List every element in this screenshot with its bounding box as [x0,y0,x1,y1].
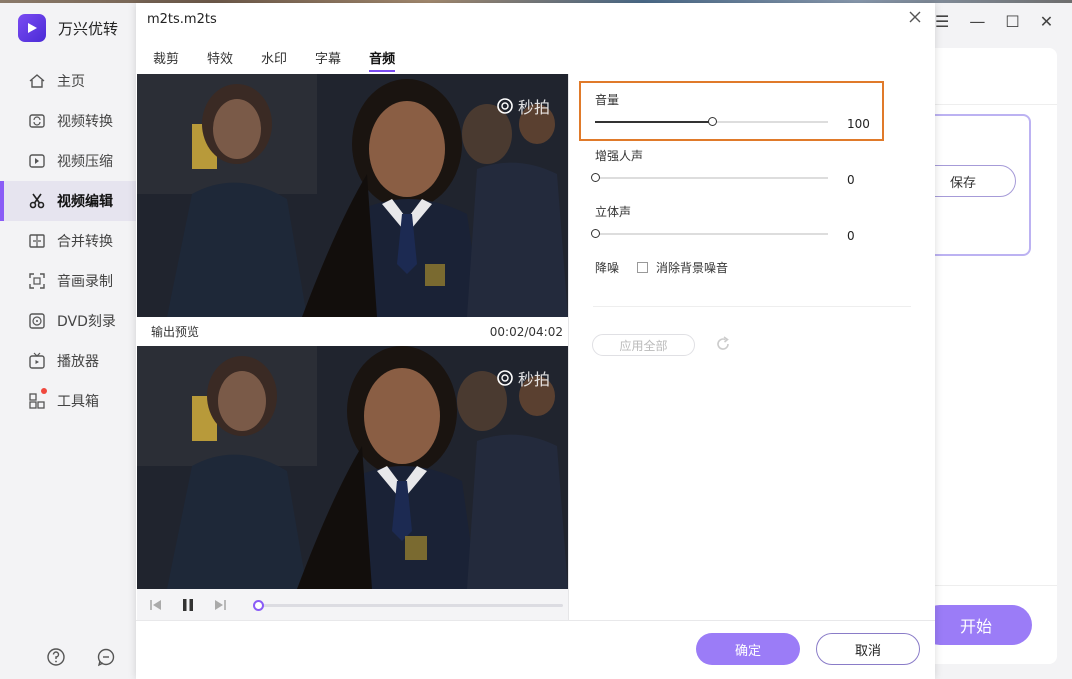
minimize-icon[interactable]: — [969,12,985,31]
sidebar-item-toolbox[interactable]: 工具箱 [0,381,136,421]
dialog-close-icon[interactable] [907,9,923,25]
sidebar-item-label: 播放器 [57,354,99,370]
tab-audio[interactable]: 音频 [369,48,396,72]
tab-watermark[interactable]: 水印 [261,48,287,72]
record-icon [28,272,46,290]
camera-icon [497,370,513,386]
tab-effects[interactable]: 特效 [207,48,233,72]
edit-tabs: 裁剪 特效 水印 字幕 音频 [153,48,423,72]
background-window-controls: ☰ — ☐ ✕ [935,12,1053,31]
sidebar-item-label: 合并转换 [57,234,113,250]
merge-icon [28,232,46,250]
next-frame-icon[interactable] [211,597,229,613]
voice-enhance-label: 增强人声 [595,149,644,163]
sidebar-item-label: DVD刻录 [57,314,116,330]
voice-enhance-value: 0 [847,173,855,187]
sidebar-item-label: 视频压缩 [57,154,113,170]
menu-icon[interactable]: ☰ [935,12,949,31]
remove-background-noise-label[interactable]: 消除背景噪音 [656,259,728,276]
voice-enhance-setting: 增强人声 0 [591,147,865,191]
home-icon [28,72,46,90]
divider [935,104,1057,105]
maximize-icon[interactable]: ☐ [1005,12,1019,31]
app-logo-icon [18,14,46,42]
denoise-label: 降噪 [595,261,620,275]
divider [935,585,1057,586]
notification-dot [41,388,47,394]
scissors-icon [28,192,46,210]
volume-value: 100 [847,117,870,131]
output-preview-label: 输出预览 [151,325,200,339]
sidebar-item-label: 工具箱 [57,394,99,410]
feedback-icon[interactable] [96,647,116,671]
pause-icon[interactable] [179,597,197,613]
video-watermark: 秒拍 [496,366,550,390]
confirm-button[interactable]: 确定 [696,633,800,665]
sidebar-bottom [46,647,116,671]
previous-frame-icon[interactable] [147,597,165,613]
dvd-icon [28,312,46,330]
watermark-text: 秒拍 [517,370,550,389]
sidebar-item-label: 视频编辑 [57,194,113,210]
original-video-frame: 秒拍 [137,74,568,317]
start-button[interactable]: 开始 [920,605,1032,645]
tab-subtitle[interactable]: 字幕 [315,48,341,72]
convert-icon [28,112,46,130]
sidebar-nav: 主页 视频转换 视频压缩 视频编辑 合并转换 音画录制 DVD刻录 播放器 工具… [0,61,136,421]
video-watermark: 秒拍 [496,94,550,118]
sidebar-item-home[interactable]: 主页 [0,61,136,101]
stereo-slider-handle[interactable] [591,229,600,238]
stereo-value: 0 [847,229,855,243]
apply-all-button[interactable]: 应用全部 [592,334,695,356]
remove-background-noise-checkbox[interactable] [637,262,649,273]
volume-label: 音量 [595,93,620,107]
denoise-setting: 降噪 消除背景噪音 [595,259,728,276]
divider [593,306,911,307]
sidebar-item-player[interactable]: 播放器 [0,341,136,381]
sidebar-item-label: 视频转换 [57,114,113,130]
cancel-button[interactable]: 取消 [816,633,920,665]
stereo-slider-track[interactable] [595,233,828,235]
sidebar-item-video-compress[interactable]: 视频压缩 [0,141,136,181]
edit-dialog: m2ts.m2ts 裁剪 特效 水印 字幕 音频 秒拍 输出预览 00:02/0… [136,3,935,679]
voice-enhance-slider-handle[interactable] [591,173,600,182]
seek-bar[interactable] [253,604,563,607]
compress-icon [28,152,46,170]
player-controls [137,589,568,621]
output-preview-bar: 输出预览 00:02/04:02 [137,317,568,346]
sidebar-item-record[interactable]: 音画录制 [0,261,136,301]
stereo-label: 立体声 [595,205,632,219]
stereo-setting: 立体声 0 [591,203,865,247]
help-icon[interactable] [46,647,66,671]
reset-icon[interactable] [714,335,732,353]
volume-slider-handle[interactable] [707,117,717,126]
camera-icon [497,98,513,114]
time-display: 00:02/04:02 [489,324,563,339]
divider [136,620,935,621]
brand: 万兴优转 [18,14,118,42]
main-sidebar: 万兴优转 主页 视频转换 视频压缩 视频编辑 合并转换 音画录制 DVD刻录 播… [0,3,136,679]
preview-video-frame: 秒拍 [137,346,568,589]
toolbox-icon [28,392,46,410]
app-name: 万兴优转 [58,19,119,38]
sidebar-item-video-edit[interactable]: 视频编辑 [0,181,136,221]
sidebar-item-dvd[interactable]: DVD刻录 [0,301,136,341]
player-icon [28,352,46,370]
dialog-title: m2ts.m2ts [147,12,217,27]
sidebar-item-video-convert[interactable]: 视频转换 [0,101,136,141]
volume-setting: 音量 100 [595,91,870,135]
tab-crop[interactable]: 裁剪 [153,48,179,72]
close-icon[interactable]: ✕ [1040,12,1053,31]
seek-handle[interactable] [253,600,264,611]
voice-enhance-slider-track[interactable] [595,177,828,179]
sidebar-item-merge[interactable]: 合并转换 [0,221,136,261]
sidebar-item-label: 主页 [57,74,85,90]
watermark-text: 秒拍 [517,98,550,117]
divider [568,74,569,621]
volume-slider-fill [595,121,712,123]
sidebar-item-label: 音画录制 [57,274,113,290]
